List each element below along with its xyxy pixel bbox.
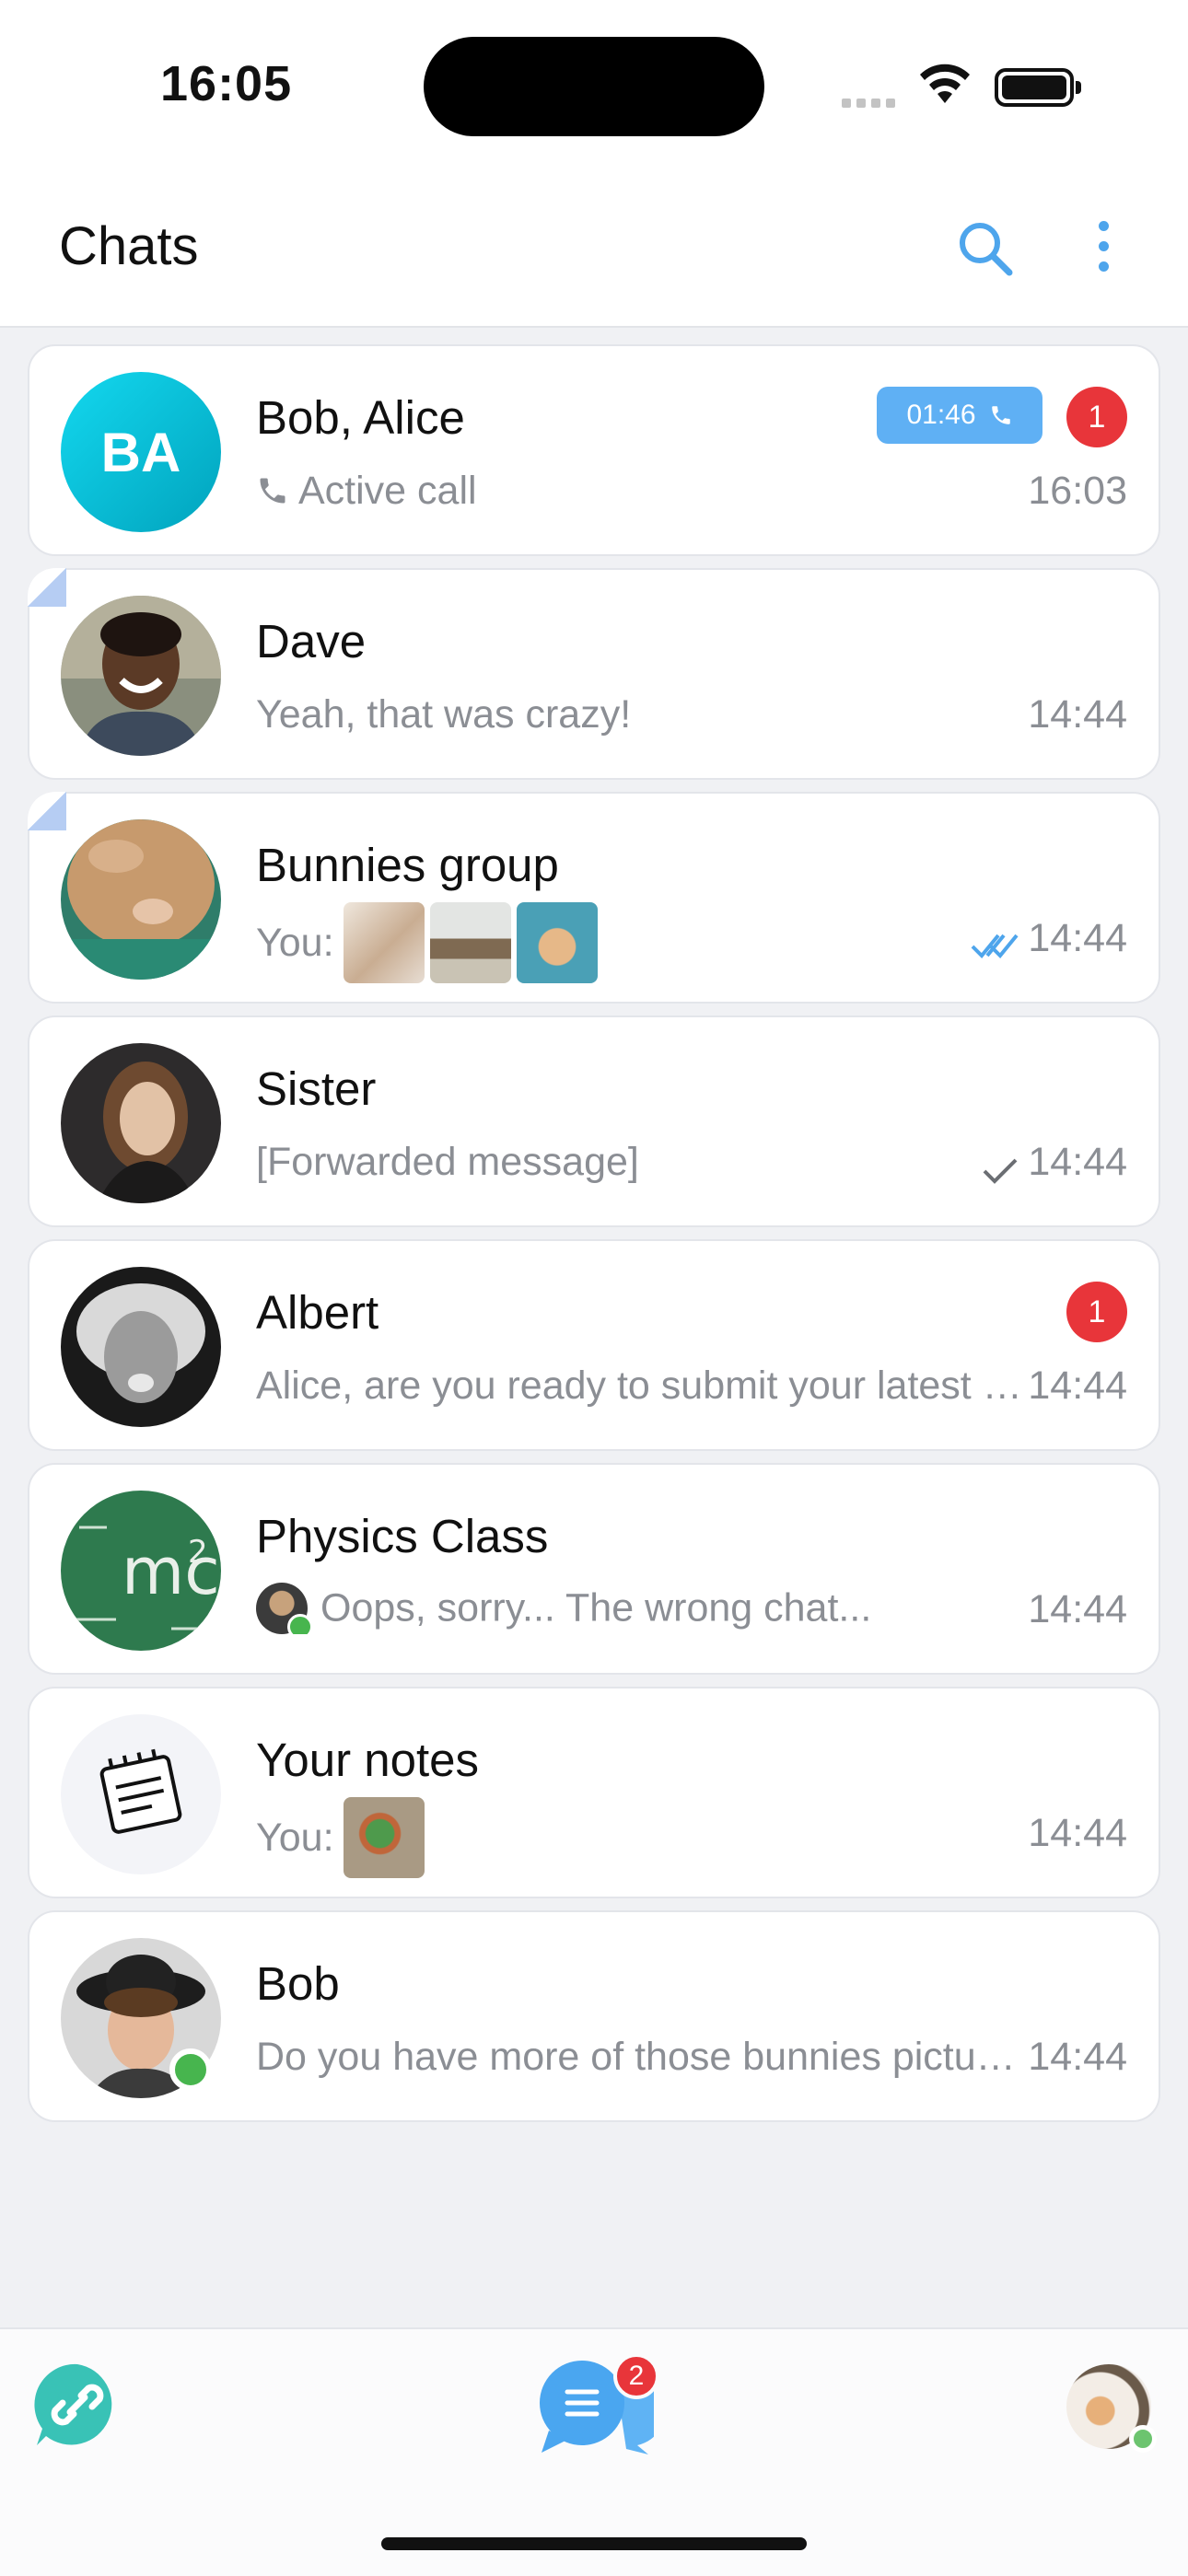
chat-preview: Oops, sorry... The wrong chat... xyxy=(256,1583,871,1634)
call-duration: 01:46 xyxy=(906,400,976,430)
pinned-marker xyxy=(28,792,66,830)
chat-item-bob-alice[interactable]: BA Bob, Alice 01:46 1 Active call 16:03 xyxy=(28,344,1160,556)
pinned-marker xyxy=(28,568,66,607)
avatar: mc 2 xyxy=(61,1491,221,1651)
chat-item-albert[interactable]: Albert 1 Alice, are you ready to submit … xyxy=(28,1239,1160,1451)
avatar xyxy=(61,1714,221,1874)
chat-preview-text: Active call xyxy=(298,469,477,513)
profile-avatar[interactable] xyxy=(1066,2364,1157,2453)
chat-time: 14:44 xyxy=(1028,1811,1127,1855)
phone-icon xyxy=(260,478,285,504)
more-options-icon[interactable] xyxy=(1085,221,1122,276)
search-icon[interactable] xyxy=(954,217,1019,282)
chat-time: 14:44 xyxy=(1028,2035,1127,2079)
online-indicator xyxy=(169,2048,212,2091)
top-bar: 16:05 Chats xyxy=(0,0,1188,328)
chat-time: 16:03 xyxy=(1028,469,1127,513)
unread-badge: 1 xyxy=(1066,387,1127,447)
avatar xyxy=(61,1267,221,1427)
link-icon[interactable] xyxy=(33,2361,122,2449)
notes-icon xyxy=(99,1748,182,1834)
chat-preview-text: Oops, sorry... The wrong chat... xyxy=(320,1585,872,1630)
chat-time: 14:44 xyxy=(1028,1363,1127,1408)
chat-name: Dave xyxy=(256,615,367,667)
cellular-signal-icon xyxy=(842,96,901,112)
chat-preview: You: xyxy=(256,902,603,983)
chat-name: Your notes xyxy=(256,1734,479,1786)
active-call-pill[interactable]: 01:46 xyxy=(877,387,1042,444)
chat-name: Bob xyxy=(256,1957,340,2010)
chat-name: Bob, Alice xyxy=(256,391,465,444)
wifi-icon xyxy=(920,64,970,103)
avatar xyxy=(61,819,221,980)
check-icon xyxy=(983,1158,1018,1184)
sender-avatar xyxy=(256,1583,313,1634)
avatar: BA xyxy=(61,372,221,532)
photo-thumbnail[interactable] xyxy=(429,902,511,983)
chats-tab-badge: 2 xyxy=(613,2353,659,2399)
chat-list: BA Bob, Alice 01:46 1 Active call 16:03 … xyxy=(28,344,1160,2134)
chat-item-physics-class[interactable]: mc 2 Physics Class Oops, sorry... The wr… xyxy=(28,1463,1160,1675)
unread-badge: 1 xyxy=(1066,1282,1127,1342)
page-title: Chats xyxy=(59,216,199,276)
chat-name: Bunnies group xyxy=(256,839,559,891)
chat-preview: Yeah, that was crazy! xyxy=(256,692,632,737)
avatar xyxy=(61,596,221,756)
chat-preview: Do you have more of those bunnies pictu… xyxy=(256,2035,1016,2079)
dynamic-island xyxy=(424,37,764,136)
chat-time: 14:44 xyxy=(1028,1587,1127,1631)
photo-thumbnail[interactable] xyxy=(343,1797,425,1878)
online-indicator xyxy=(1129,2425,1157,2453)
chat-preview: Active call xyxy=(256,469,477,514)
photo-thumbnail[interactable] xyxy=(343,902,425,983)
battery-icon xyxy=(995,68,1081,107)
chat-name: Albert xyxy=(256,1286,379,1339)
chat-item-bob[interactable]: Bob Do you have more of those bunnies pi… xyxy=(28,1910,1160,2122)
chat-name: Physics Class xyxy=(256,1510,549,1562)
chat-preview: You: xyxy=(256,1797,430,1878)
chat-item-dave[interactable]: Dave Yeah, that was crazy! 14:44 xyxy=(28,568,1160,780)
phone-icon xyxy=(991,406,1010,424)
chat-time: 14:44 xyxy=(1028,692,1127,737)
svg-text:2: 2 xyxy=(188,1534,208,1571)
home-indicator xyxy=(381,2537,807,2550)
chat-time: 14:44 xyxy=(1028,1140,1127,1184)
you-prefix: You: xyxy=(256,920,334,965)
double-check-icon xyxy=(971,934,1019,958)
photo-thumbnail[interactable] xyxy=(516,902,598,983)
chat-preview: [Forwarded message] xyxy=(256,1140,639,1184)
avatar xyxy=(61,1043,221,1203)
chat-item-your-notes[interactable]: Your notes You: 14:44 xyxy=(28,1687,1160,1898)
chat-name: Sister xyxy=(256,1062,377,1115)
chat-item-bunnies-group[interactable]: Bunnies group You: 14:44 xyxy=(28,792,1160,1004)
chat-item-sister[interactable]: Sister [Forwarded message] 14:44 xyxy=(28,1015,1160,1227)
status-time: 16:05 xyxy=(160,56,293,111)
chat-preview: Alice, are you ready to submit your late… xyxy=(256,1363,1022,1408)
you-prefix: You: xyxy=(256,1815,334,1860)
chat-time: 14:44 xyxy=(1028,916,1127,960)
